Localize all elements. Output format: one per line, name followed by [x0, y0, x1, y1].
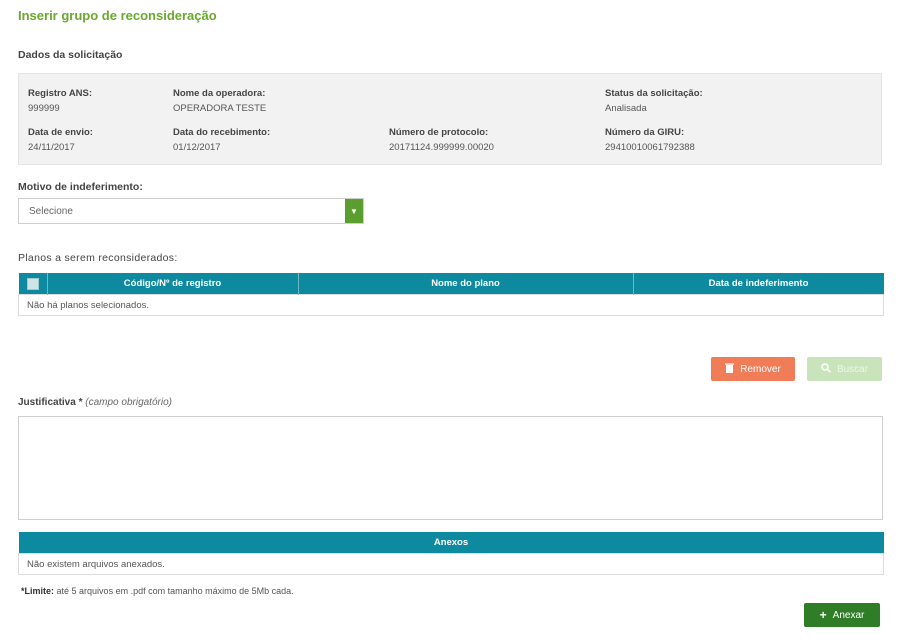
field-registro: Registro ANS: 999999 [28, 88, 92, 114]
annex-header-row: Anexos [18, 532, 884, 554]
col-codigo: Código/Nº de registro [47, 273, 299, 295]
attach-button[interactable]: + Anexar [804, 603, 880, 627]
search-button-label: Buscar [836, 363, 869, 375]
plans-section-title: Planos a serem reconsiderados: [18, 252, 178, 264]
envio-value: 24/11/2017 [28, 142, 75, 153]
annex-header: Anexos [18, 532, 884, 554]
recebimento-value: 01/12/2017 [173, 142, 221, 153]
request-section-title: Dados da solicitação [18, 49, 123, 61]
page-title: Inserir grupo de reconsideração [18, 8, 217, 23]
registro-value: 999999 [28, 103, 60, 114]
field-status: Status da solicitação: Analisada [605, 88, 703, 114]
field-operadora: Nome da operadora: OPERADORA TESTE [173, 88, 266, 114]
field-protocolo: Número de protocolo: 20171124.999999.000… [389, 127, 494, 153]
plans-header-row: Código/Nº de registro Nome do plano Data… [18, 273, 884, 295]
status-value: Analisada [605, 103, 647, 114]
select-all-checkbox[interactable] [26, 277, 39, 290]
plans-empty-message: Não há planos selecionados. [18, 294, 884, 316]
motivo-select[interactable]: Selecione ▼ [18, 198, 364, 224]
col-data-indeferimento: Data de indeferimento [633, 273, 884, 295]
table-row: Não há planos selecionados. [18, 294, 884, 316]
col-nome-plano: Nome do plano [298, 273, 634, 295]
justificativa-textarea[interactable] [18, 416, 883, 520]
registro-label: Registro ANS: [28, 88, 93, 99]
table-row: Não existem arquivos anexados. [18, 553, 884, 575]
limit-label: *Limite: [21, 586, 55, 596]
chevron-down-icon[interactable]: ▼ [345, 199, 363, 223]
operadora-label: Nome da operadora: [173, 88, 266, 99]
plans-table: Código/Nº de registro Nome do plano Data… [18, 273, 884, 316]
search-button[interactable]: Buscar [807, 357, 882, 381]
remove-button-label: Remover [740, 363, 781, 375]
search-icon [821, 362, 831, 376]
justificativa-label: Justificativa * (campo obrigatório) [18, 397, 172, 408]
field-recebimento: Data do recebimento: 01/12/2017 [173, 127, 270, 153]
giru-label: Número da GIRU: [605, 127, 685, 138]
giru-value: 29410010061792388 [605, 142, 695, 153]
motivo-label: Motivo de indeferimento: [18, 181, 143, 193]
justificativa-note: (campo obrigatório) [85, 397, 172, 408]
recebimento-label: Data do recebimento: [173, 127, 271, 138]
request-info-box: Registro ANS: 999999 Nome da operadora: … [18, 73, 882, 165]
remove-button[interactable]: Remover [711, 357, 795, 381]
attach-button-label: Anexar [832, 609, 865, 621]
justificativa-label-text: Justificativa * [18, 397, 83, 408]
annex-empty-message: Não existem arquivos anexados. [18, 553, 884, 575]
field-giru: Número da GIRU: 29410010061792388 [605, 127, 695, 153]
limit-text: até 5 arquivos em .pdf com tamanho máxim… [56, 586, 294, 596]
plus-icon: + [819, 608, 827, 622]
field-envio: Data de envio: 24/11/2017 [28, 127, 93, 153]
trash-icon [725, 363, 735, 376]
motivo-selected-value: Selecione [29, 206, 73, 217]
annex-table: Anexos Não existem arquivos anexados. [18, 532, 884, 575]
status-label: Status da solicitação: [605, 88, 703, 99]
protocolo-label: Número de protocolo: [389, 127, 489, 138]
select-all-checkbox-cell[interactable] [18, 273, 48, 295]
protocolo-value: 20171124.999999.00020 [389, 142, 494, 153]
operadora-value: OPERADORA TESTE [173, 103, 267, 114]
envio-label: Data de envio: [28, 127, 93, 138]
annex-limit-note: *Limite: até 5 arquivos em .pdf com tama… [21, 586, 294, 596]
